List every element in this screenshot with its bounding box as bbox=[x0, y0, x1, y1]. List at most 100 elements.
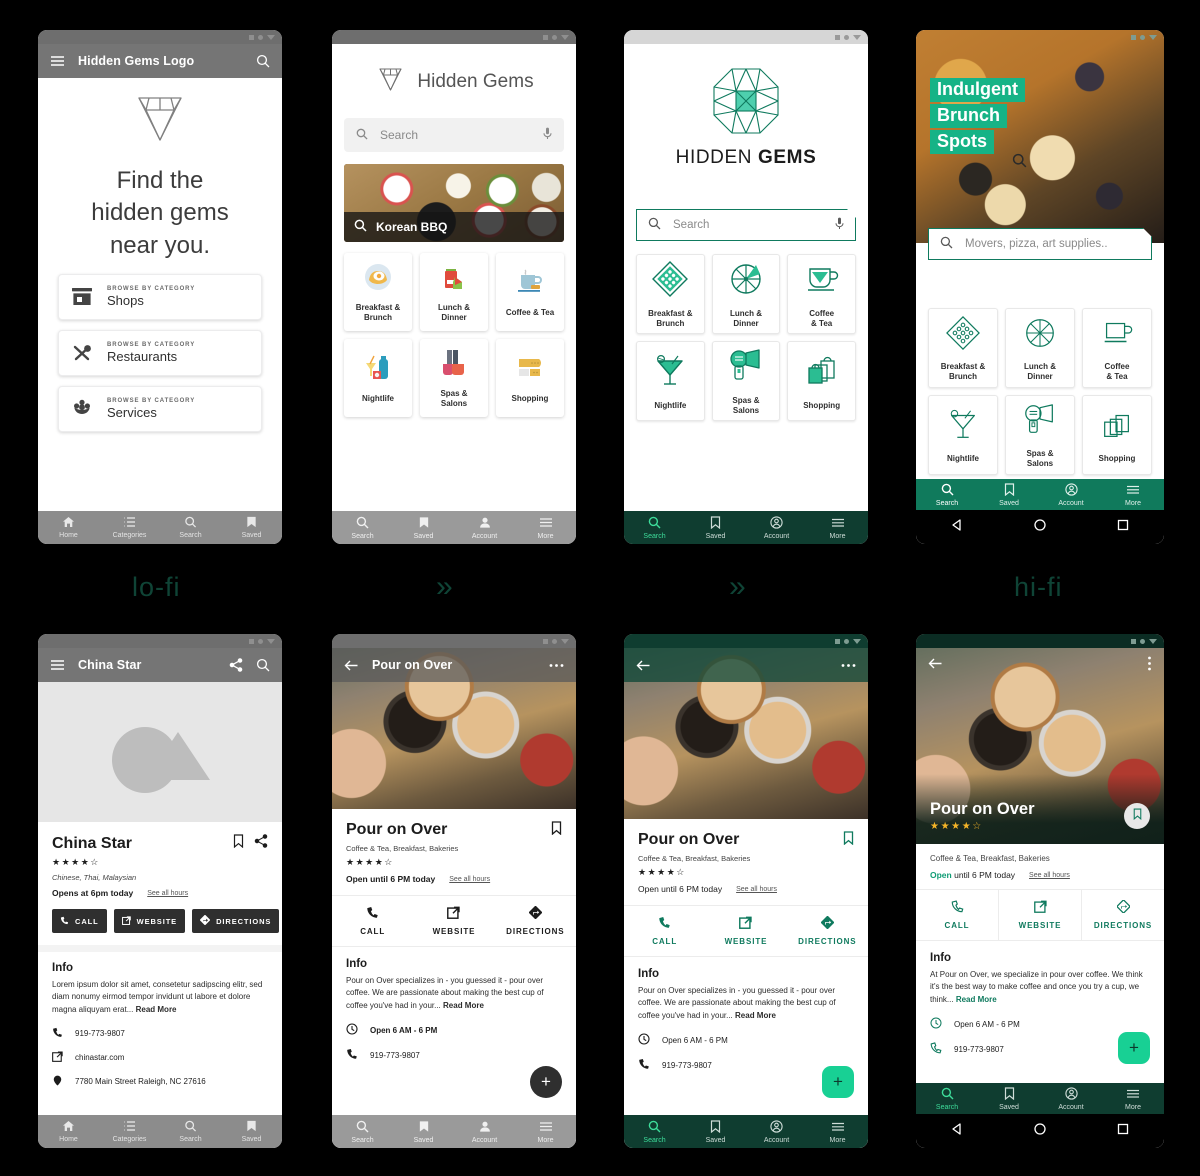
save-bookmark-button[interactable] bbox=[1124, 803, 1150, 829]
nav-item-search[interactable]: Search bbox=[624, 1115, 685, 1148]
nav-item-more[interactable]: More bbox=[515, 511, 576, 544]
tile-lunch-dinner[interactable]: Lunch & Dinner bbox=[1005, 308, 1075, 388]
tile-coffee-tea[interactable]: Coffee & Tea bbox=[1082, 308, 1152, 388]
info-row-phone[interactable]: 919-773-9807 bbox=[52, 1027, 268, 1040]
bookmark-icon[interactable] bbox=[843, 831, 854, 850]
tile-breakfast-brunch[interactable]: Breakfast & Brunch bbox=[344, 253, 412, 331]
website-button[interactable]: WEBSITE bbox=[999, 890, 1082, 940]
call-button[interactable]: CALL bbox=[624, 906, 705, 956]
nav-item-saved[interactable]: Saved bbox=[393, 1115, 454, 1148]
nav-item-account[interactable]: Account bbox=[746, 511, 807, 544]
tile-nightlife[interactable]: Nightlife bbox=[636, 341, 705, 421]
recents-square-icon[interactable] bbox=[1116, 518, 1130, 537]
search-input[interactable]: Movers, pizza, art supplies.. bbox=[928, 228, 1152, 260]
back-arrow-icon[interactable] bbox=[344, 659, 359, 672]
nav-item-search[interactable]: Search bbox=[916, 479, 978, 510]
tile-lunch-dinner[interactable]: Lunch & Dinner bbox=[420, 253, 488, 331]
recents-square-icon[interactable] bbox=[1116, 1122, 1130, 1141]
search-icon[interactable] bbox=[256, 54, 270, 68]
nav-item-more[interactable]: More bbox=[515, 1115, 576, 1148]
nav-item-search[interactable]: Search bbox=[332, 511, 393, 544]
directions-button[interactable]: DIRECTIONS bbox=[495, 896, 576, 946]
nav-item-home[interactable]: Home bbox=[38, 1115, 99, 1148]
nav-item-account[interactable]: Account bbox=[746, 1115, 807, 1148]
microphone-icon[interactable] bbox=[835, 217, 844, 233]
category-card-services[interactable]: BROWSE BY CATEGORY Services bbox=[58, 386, 262, 433]
nav-item-more[interactable]: More bbox=[1102, 1083, 1164, 1114]
home-circle-icon[interactable] bbox=[1033, 518, 1047, 537]
search-icon[interactable] bbox=[1012, 153, 1027, 173]
tile-spas-salons[interactable]: Spas & Salons bbox=[1005, 395, 1075, 475]
website-button[interactable]: WEBSITE bbox=[413, 896, 494, 946]
add-fab[interactable]: + bbox=[822, 1066, 854, 1098]
tile-shopping[interactable]: Shopping bbox=[496, 339, 564, 417]
nav-item-home[interactable]: Home bbox=[38, 511, 99, 544]
nav-item-saved[interactable]: Saved bbox=[393, 511, 454, 544]
tile-coffee-tea[interactable]: Coffee & Tea bbox=[496, 253, 564, 331]
more-horizontal-icon[interactable] bbox=[841, 663, 856, 668]
nav-item-search[interactable]: Search bbox=[332, 1115, 393, 1148]
see-all-hours-link[interactable]: See all hours bbox=[147, 890, 188, 897]
directions-button[interactable]: DIRECTIONS bbox=[787, 906, 868, 956]
search-icon[interactable] bbox=[256, 658, 270, 672]
tile-nightlife[interactable]: Nightlife bbox=[344, 339, 412, 417]
nav-item-account[interactable]: Account bbox=[454, 1115, 515, 1148]
search-input[interactable]: Search bbox=[344, 118, 564, 152]
nav-item-more[interactable]: More bbox=[1102, 479, 1164, 510]
tile-spas-salons[interactable]: Spas & Salons bbox=[711, 341, 781, 421]
nav-item-search[interactable]: Search bbox=[916, 1083, 978, 1114]
back-triangle-icon[interactable] bbox=[950, 518, 964, 537]
see-all-hours-link[interactable]: See all hours bbox=[1029, 872, 1070, 879]
nav-item-account[interactable]: Account bbox=[1040, 1083, 1102, 1114]
nav-item-more[interactable]: More bbox=[807, 511, 868, 544]
tile-spas-salons[interactable]: Spas & Salons bbox=[420, 339, 488, 417]
read-more-link[interactable]: Read More bbox=[735, 1011, 776, 1020]
info-row-hours[interactable]: Open 6 AM - 6 PM bbox=[930, 1017, 1150, 1031]
hamburger-icon[interactable] bbox=[50, 55, 65, 67]
website-button[interactable]: WEBSITE bbox=[113, 909, 186, 933]
nav-item-categories[interactable]: Categories bbox=[99, 511, 160, 544]
read-more-link[interactable]: Read More bbox=[443, 1001, 484, 1010]
bookmark-icon[interactable] bbox=[233, 834, 244, 853]
category-card-restaurants[interactable]: BROWSE BY CATEGORY Restaurants bbox=[58, 330, 262, 377]
tile-nightlife[interactable]: Nightlife bbox=[928, 395, 998, 475]
back-arrow-icon[interactable] bbox=[928, 657, 943, 670]
more-horizontal-icon[interactable] bbox=[549, 663, 564, 668]
info-row-address[interactable]: 7780 Main Street Raleigh, NC 27616 bbox=[52, 1075, 268, 1088]
microphone-icon[interactable] bbox=[543, 127, 552, 143]
info-row-phone[interactable]: 919-773-9807 bbox=[346, 1048, 562, 1062]
directions-button[interactable]: DIRECTIONS bbox=[192, 909, 280, 933]
nav-item-account[interactable]: Account bbox=[454, 511, 515, 544]
nav-item-search[interactable]: Search bbox=[624, 511, 685, 544]
see-all-hours-link[interactable]: See all hours bbox=[449, 876, 490, 883]
back-arrow-icon[interactable] bbox=[636, 659, 651, 672]
website-button[interactable]: WEBSITE bbox=[705, 906, 786, 956]
search-input[interactable]: Search bbox=[636, 209, 856, 241]
nav-item-saved[interactable]: Saved bbox=[978, 479, 1040, 510]
more-vertical-icon[interactable] bbox=[1147, 656, 1152, 671]
back-triangle-icon[interactable] bbox=[950, 1122, 964, 1141]
call-button[interactable]: CALL bbox=[916, 890, 999, 940]
tile-shopping[interactable]: Shopping bbox=[787, 341, 856, 421]
tile-shopping[interactable]: Shopping bbox=[1082, 395, 1152, 475]
info-row-phone[interactable]: 919-773-9807 bbox=[930, 1042, 1150, 1056]
nav-item-search[interactable]: Search bbox=[160, 511, 221, 544]
tile-breakfast-brunch[interactable]: Breakfast & Brunch bbox=[636, 254, 705, 334]
info-row-hours[interactable]: Open 6 AM - 6 PM bbox=[638, 1033, 854, 1047]
directions-button[interactable]: DIRECTIONS bbox=[1082, 890, 1164, 940]
home-circle-icon[interactable] bbox=[1033, 1122, 1047, 1141]
nav-item-saved[interactable]: Saved bbox=[978, 1083, 1040, 1114]
nav-item-account[interactable]: Account bbox=[1040, 479, 1102, 510]
bookmark-icon[interactable] bbox=[551, 821, 562, 840]
read-more-link[interactable]: Read More bbox=[136, 1005, 177, 1014]
nav-item-saved[interactable]: Saved bbox=[685, 1115, 746, 1148]
nav-item-saved[interactable]: Saved bbox=[685, 511, 746, 544]
info-row-website[interactable]: chinastar.com bbox=[52, 1051, 268, 1064]
share-icon[interactable] bbox=[229, 658, 243, 672]
tile-lunch-dinner[interactable]: Lunch & Dinner bbox=[711, 254, 781, 334]
category-card-shops[interactable]: BROWSE BY CATEGORY Shops bbox=[58, 274, 262, 321]
nav-item-more[interactable]: More bbox=[807, 1115, 868, 1148]
hero-card-korean-bbq[interactable]: Korean BBQ bbox=[344, 164, 564, 242]
info-row-phone[interactable]: 919-773-9807 bbox=[638, 1058, 854, 1072]
info-row-hours[interactable]: Open 6 AM - 6 PM bbox=[346, 1023, 562, 1037]
